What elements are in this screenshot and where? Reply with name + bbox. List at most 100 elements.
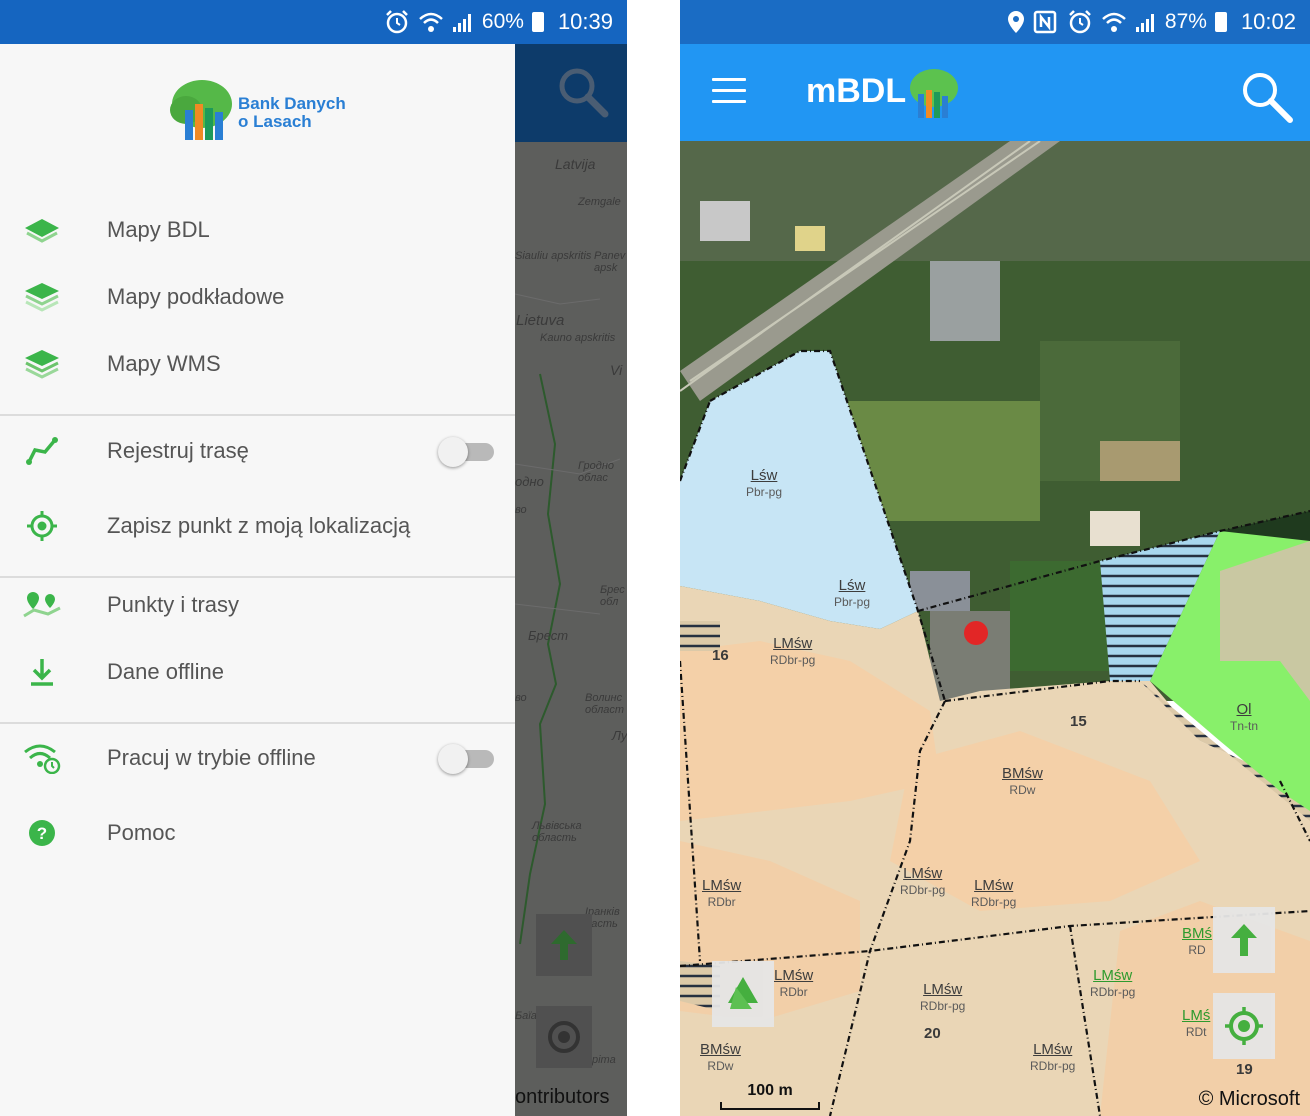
north-arrow-button[interactable] xyxy=(536,914,592,976)
wifi-icon xyxy=(419,12,443,32)
map-parcel-label[interactable]: LMśw RDbr-pg xyxy=(1090,967,1135,1001)
scale-label: 100 m xyxy=(747,1082,793,1099)
app-bar: mBDL xyxy=(680,44,1310,141)
map-attribution: ontributors xyxy=(515,1086,610,1108)
map-label: Брес обл xyxy=(600,584,625,608)
menu-item-rejestruj-trase[interactable]: Rejestruj trasę xyxy=(0,423,515,479)
wms-layers-icon xyxy=(22,344,62,384)
wifi-offline-icon xyxy=(22,738,62,778)
map-label: во xyxy=(515,692,527,704)
signal-icon xyxy=(1135,14,1154,32)
menu-item-mapy-podkladowe[interactable]: Mapy podkładowe xyxy=(0,269,515,325)
my-location-button[interactable] xyxy=(536,1006,592,1068)
tree-layer-icon xyxy=(728,977,758,1009)
parcel-number: 16 xyxy=(712,647,729,664)
left-phone-screen: Latvija Zemgale Siauliu apskritis Panev … xyxy=(0,0,627,1116)
points-map-icon xyxy=(22,585,62,625)
forest-layer-button[interactable] xyxy=(712,961,774,1027)
clock: 10:39 xyxy=(557,9,613,34)
map-label: Lietuva xyxy=(516,312,565,329)
arrow-up-icon xyxy=(551,930,577,960)
map-parcel-label[interactable]: LMśw RDbr xyxy=(774,967,813,1001)
svg-text:?: ? xyxy=(37,824,47,843)
map-parcel-label[interactable]: LMśw RDbr xyxy=(702,877,741,911)
alarm-icon xyxy=(1069,10,1091,34)
map-parcel-label[interactable]: BMśw RDw xyxy=(700,1041,741,1075)
location-icon xyxy=(1007,11,1024,33)
map-parcel-label[interactable]: LMśw RDbr-pg xyxy=(920,981,965,1015)
map-label: Львівська область xyxy=(532,820,582,844)
menu-item-mapy-bdl[interactable]: Mapy BDL xyxy=(0,202,515,258)
wifi-icon xyxy=(1102,12,1126,32)
map-parcel-label[interactable]: Lśw Pbr-pg xyxy=(746,467,782,501)
right-phone-screen: 87% 10:02 mBDL Lśw Pbr-pg Lśw Pbr-pg LMś… xyxy=(680,0,1310,1116)
menu-label: Rejestruj trasę xyxy=(107,438,249,463)
alarm-icon xyxy=(386,10,408,34)
map-label: Гродно облас xyxy=(578,460,614,484)
menu-item-pracuj-offline[interactable]: Pracuj w trybie offline xyxy=(0,730,515,786)
north-arrow-button[interactable] xyxy=(1213,907,1275,973)
clock: 10:02 xyxy=(1240,9,1296,34)
forest-map[interactable]: Lśw Pbr-pg Lśw Pbr-pg LMśw RDbr-pg BMśw RDw … xyxy=(680,141,1310,1116)
bdl-logo: Bank Danych o Lasach xyxy=(168,76,358,156)
parcel-number: 20 xyxy=(924,1025,941,1042)
menu-label: Punkty i trasy xyxy=(107,592,240,617)
logo-text-line1: Bank Danych xyxy=(238,94,346,113)
map-parcel-label[interactable]: BMś RD xyxy=(1182,925,1212,959)
map-label: Баїа xyxy=(515,1010,537,1022)
menu-item-dane-offline[interactable]: Dane offline xyxy=(0,644,515,700)
search-icon[interactable] xyxy=(1238,68,1294,124)
nfc-icon xyxy=(1033,10,1057,34)
logo-text-line2: o Lasach xyxy=(238,112,312,131)
help-icon: ? xyxy=(22,813,62,853)
target-location-icon xyxy=(548,1021,580,1053)
signal-icon xyxy=(452,14,471,32)
map-label: Лу xyxy=(612,728,627,743)
route-icon xyxy=(22,431,62,471)
dimmed-app-bar xyxy=(515,44,627,142)
menu-label: Dane offline xyxy=(107,659,225,684)
map-label: Panev apsk xyxy=(594,250,626,274)
status-bar: 60% 10:39 xyxy=(0,0,627,44)
parcel-number: 19 xyxy=(1236,1061,1253,1078)
menu-label: Mapy WMS xyxy=(107,351,221,376)
map-label: во xyxy=(515,504,527,516)
map-parcel-label[interactable]: LMśw RDbr-pg xyxy=(770,635,815,669)
menu-label: Mapy BDL xyxy=(107,217,210,242)
map-label: Vi xyxy=(610,362,623,378)
menu-item-punkty-i-trasy[interactable]: Punkty i trasy xyxy=(0,577,515,633)
menu-item-zapisz-punkt[interactable]: Zapisz punkt z moją lokalizacją xyxy=(0,498,515,554)
menu-label: Pracuj w trybie offline xyxy=(107,745,316,770)
map-parcel-label[interactable]: LMśw RDbr-pg xyxy=(900,865,945,899)
offline-mode-toggle[interactable] xyxy=(438,744,496,774)
map-label: Волинс област xyxy=(585,692,625,716)
map-label: Брест xyxy=(528,628,569,643)
battery-percent: 60% xyxy=(481,10,524,33)
app-logo-icon xyxy=(910,69,958,118)
menu-label: Pomoc xyxy=(107,820,176,845)
map-copyright: © Microsoft xyxy=(1198,1088,1300,1110)
menu-divider xyxy=(0,722,515,724)
battery-percent: 87% xyxy=(1164,10,1207,33)
menu-item-mapy-wms[interactable]: Mapy WMS xyxy=(0,336,515,392)
map-parcel-label[interactable]: BMśw RDw xyxy=(1002,765,1043,799)
map-parcel-label[interactable]: LMśw RDbr-pg xyxy=(1030,1041,1075,1075)
record-route-toggle[interactable] xyxy=(438,437,496,467)
my-location-button[interactable] xyxy=(1213,993,1275,1059)
status-bar: 87% 10:02 xyxy=(680,0,1310,44)
download-icon xyxy=(22,652,62,692)
map-parcel-label[interactable]: LMśw RDbr-pg xyxy=(971,877,1016,911)
map-scale-bar: 100 m xyxy=(720,1082,820,1110)
map-label: одно xyxy=(515,474,544,489)
parcel-number: 15 xyxy=(1070,713,1087,730)
map-parcel-label[interactable]: Ol Tn-tn xyxy=(1230,701,1258,735)
target-location-icon xyxy=(22,506,62,546)
map-parcel-label[interactable]: Lśw Pbr-pg xyxy=(834,577,870,611)
menu-hamburger-icon[interactable] xyxy=(712,78,746,106)
logo-tree-icon xyxy=(170,80,232,140)
search-icon[interactable] xyxy=(555,64,615,124)
navigation-drawer: Bank Danych o Lasach Mapy BDL Mapy podkł… xyxy=(0,44,515,1116)
battery-icon xyxy=(1214,12,1227,32)
menu-item-pomoc[interactable]: ? Pomoc xyxy=(0,805,515,861)
map-parcel-label[interactable]: LMś RDt xyxy=(1182,1007,1210,1041)
